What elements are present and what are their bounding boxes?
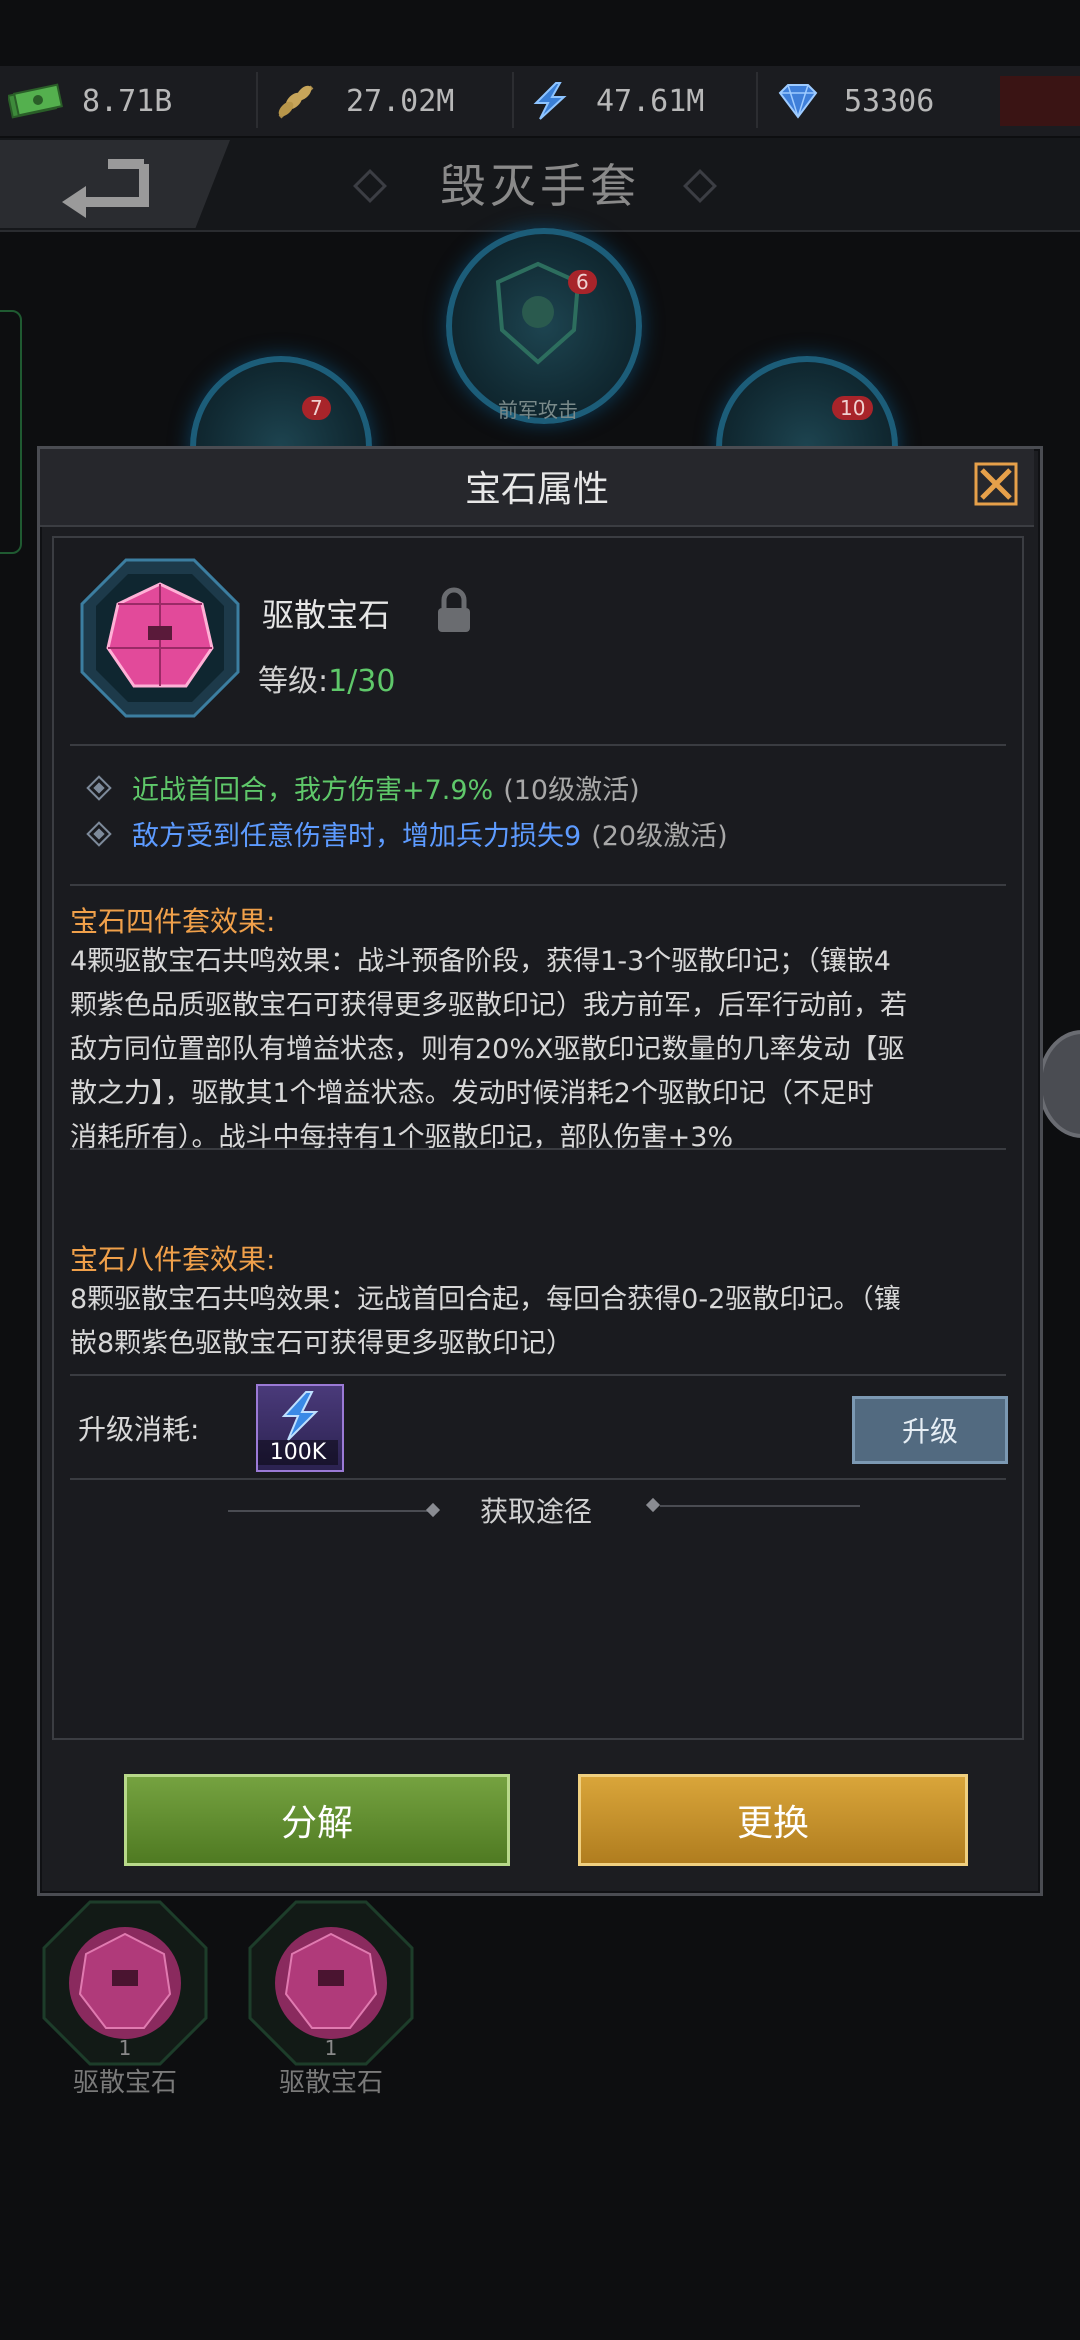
money-icon bbox=[8, 81, 64, 121]
resource-diamond[interactable]: 53306 bbox=[770, 66, 934, 136]
lightning-icon bbox=[522, 81, 578, 121]
replace-button[interactable]: 更换 bbox=[578, 1774, 968, 1866]
dispel-gem-icon bbox=[80, 558, 240, 718]
divider bbox=[70, 1148, 1006, 1150]
gem-count: 1 bbox=[118, 2036, 132, 2060]
slot-caption: 前军攻击 bbox=[498, 398, 578, 422]
resource-money[interactable]: 8.71B bbox=[8, 66, 172, 136]
set8-title: 宝石八件套效果: bbox=[70, 1243, 276, 1276]
gem-name: 驱散宝石 bbox=[72, 2068, 177, 2098]
level-value: 1/30 bbox=[328, 664, 396, 699]
gem-name: 驱散宝石 bbox=[262, 596, 391, 634]
page-title: 毁灭手套 bbox=[440, 159, 640, 213]
gem-name: 驱散宝石 bbox=[278, 2068, 383, 2098]
divider bbox=[70, 884, 1006, 886]
acquisition-path-label[interactable]: 获取途径 bbox=[52, 1490, 1020, 1530]
set4-title: 宝石四件套效果: bbox=[70, 905, 276, 938]
gem-level: 等级:1/30 bbox=[258, 656, 395, 700]
upgrade-cost-label: 升级消耗: bbox=[78, 1413, 200, 1446]
diamond-bullet-icon bbox=[86, 820, 112, 847]
money-value: 8.71B bbox=[82, 83, 173, 119]
lightning-icon bbox=[281, 1391, 319, 1441]
set4-line: 消耗所有）。战斗中每持有1个驱散印记，部队伤害+3% bbox=[70, 1122, 734, 1153]
divider bbox=[70, 1374, 1006, 1376]
attribute-text: 敌方受到任意伤害时，增加兵力损失9 bbox=[132, 821, 582, 852]
set8-description: 8颗驱散宝石共鸣效果：远战首回合起，每回合获得0-2驱散印记。（镶 嵌8颗紫色驱… bbox=[70, 1278, 1010, 1366]
divider bbox=[256, 72, 258, 128]
attribute-row: 近战首回合，我方伤害+7.9% (10级激活) bbox=[82, 768, 640, 807]
attribute-row: 敌方受到任意伤害时，增加兵力损失9 (20级激活) bbox=[82, 814, 728, 853]
upgrade-button[interactable]: 升级 bbox=[852, 1396, 1008, 1464]
divider bbox=[70, 744, 1006, 746]
menu-stub[interactable] bbox=[1000, 76, 1080, 126]
divider bbox=[756, 72, 758, 128]
path-line-right bbox=[660, 1505, 860, 1507]
attribute-text: 近战首回合，我方伤害+7.9% bbox=[132, 775, 494, 806]
dialog-title: 宝石属性 bbox=[464, 469, 609, 510]
slot-badge: 10 bbox=[832, 396, 874, 420]
set4-line: 敌方同位置部队有增益状态，则有20%X驱散印记数量的几率发动【驱 bbox=[70, 1034, 905, 1065]
divider bbox=[70, 1478, 1006, 1480]
lock-icon[interactable] bbox=[432, 586, 476, 634]
divider bbox=[512, 72, 514, 128]
cost-quantity: 100K bbox=[258, 1440, 338, 1465]
diamond-value: 53306 bbox=[844, 83, 935, 119]
set4-line: 4颗驱散宝石共鸣效果：战斗预备阶段，获得1-3个驱散印记；（镶嵌4 bbox=[70, 946, 891, 977]
set4-description: 4颗驱散宝石共鸣效果：战斗预备阶段，获得1-3个驱散印记；（镶嵌4 颗紫色品质驱… bbox=[70, 940, 1010, 1160]
slot-badge: 7 bbox=[302, 396, 331, 420]
side-panel-edge bbox=[0, 310, 22, 554]
resource-energy[interactable]: 47.61M bbox=[522, 66, 704, 136]
close-icon bbox=[974, 462, 1018, 506]
side-cube-button[interactable] bbox=[1038, 1030, 1080, 1138]
set8-line: 嵌8颗紫色驱散宝石可获得更多驱散印记） bbox=[70, 1328, 574, 1359]
level-label: 等级: bbox=[258, 664, 329, 699]
set8-line: 8颗驱散宝石共鸣效果：远战首回合起，每回合获得0-2驱散印记。（镶 bbox=[70, 1284, 901, 1315]
set4-line: 颗紫色品质驱散宝石可获得更多驱散印记）我方前军，后军行动前，若 bbox=[70, 990, 907, 1021]
attribute-note: (20级激活) bbox=[591, 821, 728, 852]
energy-value: 47.61M bbox=[596, 83, 705, 119]
diamond-bullet-icon bbox=[86, 774, 112, 801]
gem-count: 1 bbox=[324, 2036, 338, 2060]
close-button[interactable] bbox=[970, 458, 1022, 510]
decompose-button[interactable]: 分解 bbox=[124, 1774, 510, 1866]
slot-badge: 6 bbox=[568, 270, 597, 294]
resource-food[interactable]: 27.02M bbox=[272, 66, 454, 136]
diamond-icon bbox=[770, 81, 826, 121]
food-value: 27.02M bbox=[346, 83, 455, 119]
set4-line: 散之力】，驱散其1个增益状态。发动时候消耗2个驱散印记（不足时 bbox=[70, 1078, 874, 1109]
gem-icon-frame bbox=[78, 556, 242, 720]
attribute-note: (10级激活) bbox=[503, 775, 640, 806]
wheat-icon bbox=[272, 81, 328, 121]
